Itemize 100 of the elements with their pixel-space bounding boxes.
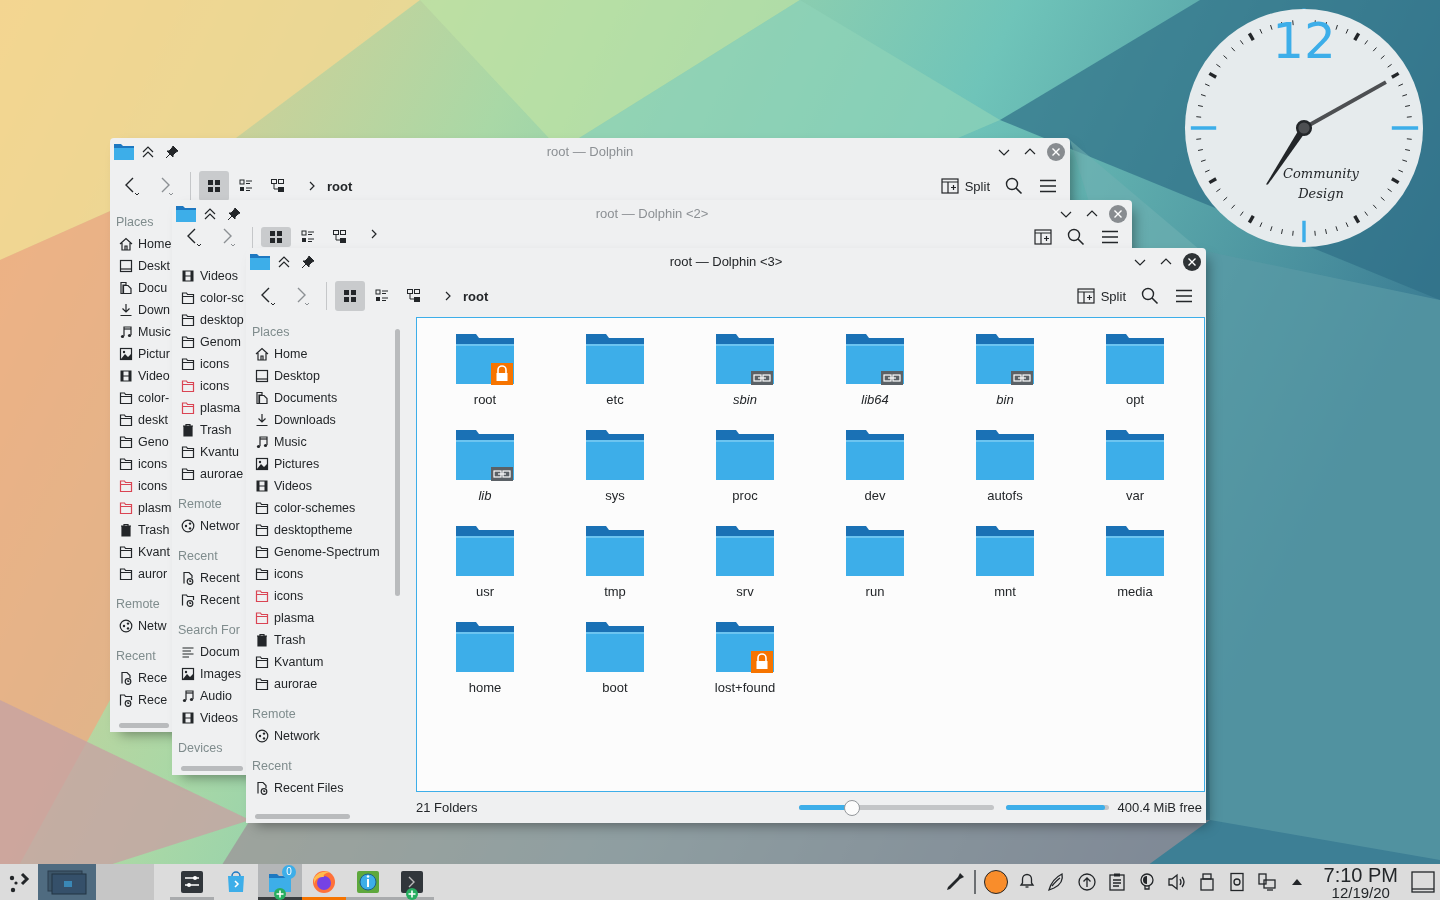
sidebar-item[interactable]: Down — [110, 299, 170, 321]
sidebar-item[interactable]: Kvantu — [172, 441, 239, 463]
folder-item[interactable]: tmp — [550, 524, 680, 620]
folder-item[interactable]: sys — [550, 428, 680, 524]
sidebar-item[interactable]: Geno — [110, 431, 169, 453]
icons-view-button[interactable] — [335, 281, 365, 311]
zoom-slider[interactable] — [799, 799, 995, 816]
close-button[interactable] — [1182, 251, 1202, 272]
sidebar-item[interactable]: Home — [246, 343, 308, 365]
sidebar-item[interactable]: deskt — [110, 409, 168, 431]
split-button[interactable]: Split — [934, 171, 996, 201]
sidebar-item[interactable]: Audio — [172, 685, 232, 707]
folder-item[interactable]: lib64 — [810, 332, 940, 428]
update-icon[interactable] — [1075, 871, 1098, 893]
sidebar-item[interactable]: Videos — [172, 265, 238, 287]
folder-item[interactable]: lost+found — [680, 620, 810, 716]
sidebar-item[interactable]: Netw — [110, 615, 167, 637]
sidebar-item[interactable]: Music — [110, 321, 171, 343]
folder-icon — [1106, 524, 1164, 578]
color-swatch[interactable] — [983, 870, 1008, 894]
grid-icon — [342, 288, 358, 304]
folder-item[interactable]: bin — [940, 332, 1070, 428]
folder-item[interactable]: lib — [420, 428, 550, 524]
sidebar-item[interactable]: Desktop — [246, 365, 320, 387]
sidebar-item[interactable]: desktoptheme — [246, 519, 353, 541]
scrollbar[interactable] — [395, 329, 400, 596]
folder-item[interactable]: etc — [550, 332, 680, 428]
sidebar-item[interactable]: aurorae — [246, 673, 318, 695]
icons-view-button[interactable] — [199, 171, 229, 201]
sidebar-item[interactable]: aurorae — [172, 463, 244, 485]
sidebar-item[interactable]: Video — [110, 365, 170, 387]
icons-view-button[interactable] — [261, 227, 291, 247]
split-button[interactable]: Split — [1070, 281, 1132, 311]
sidebar-item[interactable]: plasma — [246, 607, 315, 629]
folder-item[interactable]: dev — [810, 428, 940, 524]
sidebar-item[interactable]: Recent — [172, 567, 240, 589]
sidebar-item[interactable]: Trash — [246, 629, 306, 651]
sidebar-item[interactable]: plasma — [172, 397, 241, 419]
sidebar-item[interactable]: Trash — [110, 519, 170, 541]
sidebar-item[interactable]: Recent Files — [246, 777, 344, 799]
tree-icon — [332, 229, 348, 245]
sidebar-item[interactable]: Deskt — [110, 255, 170, 277]
folder-item[interactable]: usr — [420, 524, 550, 620]
sidebar-item[interactable]: Docu — [110, 277, 168, 299]
breadcrumb-item[interactable]: root — [457, 282, 495, 310]
sidebar-item[interactable]: Rece — [110, 689, 168, 711]
folder-item[interactable]: media — [1070, 524, 1200, 620]
folder-item[interactable]: srv — [680, 524, 810, 620]
folder-item[interactable]: opt — [1070, 332, 1200, 428]
sidebar-item[interactable]: Recent — [172, 589, 240, 611]
sidebar-item[interactable]: color-schemes — [246, 497, 356, 519]
folder-item[interactable]: run — [810, 524, 940, 620]
scrollbar[interactable] — [181, 765, 243, 771]
folder-item[interactable]: mnt — [940, 524, 1070, 620]
sidebar-item[interactable]: Pictures — [246, 453, 320, 475]
folder-item[interactable]: autofs — [940, 428, 1070, 524]
folder-icon — [180, 334, 196, 350]
sidebar-item[interactable]: icons — [110, 453, 168, 475]
sidebar-item[interactable]: Pictur — [110, 343, 170, 365]
sidebar-item[interactable]: desktop — [172, 309, 244, 331]
sidebar-item[interactable]: plasm — [110, 497, 172, 519]
folder-item[interactable]: proc — [680, 428, 810, 524]
sidebar-item[interactable]: Kvantum — [246, 651, 324, 673]
breadcrumb-item[interactable]: root — [321, 172, 359, 200]
sidebar-item[interactable]: Genom — [172, 331, 241, 353]
folder-item[interactable]: var — [1070, 428, 1200, 524]
sidebar-item[interactable]: icons — [172, 353, 230, 375]
home-icon — [254, 346, 270, 362]
sidebar-item[interactable]: Network — [246, 725, 320, 747]
sidebar-item[interactable]: Downloads — [246, 409, 336, 431]
sidebar-item[interactable]: color-sc — [172, 287, 244, 309]
sidebar-item[interactable]: Videos — [246, 475, 312, 497]
sidebar-item[interactable]: Documents — [246, 387, 338, 409]
sidebar-item[interactable]: Home — [110, 233, 172, 255]
folder-item[interactable]: boot — [550, 620, 680, 716]
folder-item[interactable]: sbin — [680, 332, 810, 428]
digital-clock[interactable]: 7:10 PM 12/19/20 — [1315, 864, 1406, 900]
folder-icon — [846, 428, 904, 482]
scrollbar[interactable] — [119, 722, 169, 728]
sidebar-item[interactable]: Genome-Spectrum — [246, 541, 380, 563]
sidebar-item[interactable]: Trash — [172, 419, 232, 441]
folder-item[interactable]: home — [420, 620, 550, 716]
sidebar-item[interactable]: icons — [246, 563, 304, 585]
sidebar-item[interactable]: auror — [110, 563, 168, 585]
scrollbar[interactable] — [255, 813, 350, 819]
sidebar-item[interactable]: Music — [246, 431, 307, 453]
sidebar-item[interactable]: Rece — [110, 667, 168, 689]
sidebar-item[interactable]: icons — [246, 585, 304, 607]
sidebar-item[interactable]: color- — [110, 387, 170, 409]
sidebar-item[interactable]: Docum — [172, 641, 240, 663]
sidebar-item[interactable]: Kvant — [110, 541, 170, 563]
sidebar-item[interactable]: icons — [110, 475, 168, 497]
network-icon[interactable] — [1255, 871, 1278, 893]
sidebar-item[interactable]: icons — [172, 375, 230, 397]
sidebar-item[interactable]: Networ — [172, 515, 240, 537]
folder-item[interactable]: root — [420, 332, 550, 428]
sidebar-item[interactable]: Images — [172, 663, 241, 685]
list-icon — [238, 178, 254, 194]
volume-icon[interactable] — [1165, 871, 1188, 893]
sidebar-item[interactable]: Videos — [172, 707, 238, 729]
